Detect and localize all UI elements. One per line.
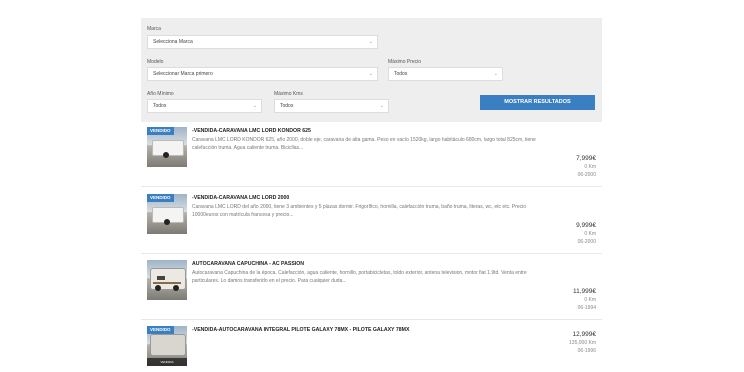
listing-price: 9,999€: [576, 222, 596, 229]
marca-select-value: Selecciona Marca: [153, 39, 193, 45]
listing-title[interactable]: -VENDIDA-AUTOCARAVANA INTEGRAL PILOTE GA…: [192, 327, 409, 333]
listing-thumbnail[interactable]: [147, 260, 187, 300]
listing-km: 0 Km: [584, 297, 596, 303]
listing-title[interactable]: -VENDIDA-CARAVANA LMC LORD KONDOR 625: [192, 128, 311, 134]
status-badge: VENDIDO: [147, 326, 174, 334]
chevron-down-icon: ⌄: [379, 103, 384, 109]
wheel-shape: [155, 285, 161, 291]
status-badge: VENDIDO: [147, 127, 174, 135]
listing-price: 11,999€: [572, 288, 596, 295]
listing-km: 135,000 Km: [569, 340, 596, 346]
listing-description: Caravana LMC LORD del año 2000, tiene 3 …: [192, 204, 527, 218]
chevron-down-icon: ⌄: [493, 71, 498, 77]
chevron-down-icon: ⌄: [252, 103, 257, 109]
marca-select[interactable]: Selecciona Marca ⌄: [147, 35, 378, 49]
listing-date: 06-2000: [577, 239, 596, 245]
listing-title[interactable]: AUTOCARAVANA CAPUCHINA - AC PASSION: [192, 261, 304, 267]
chevron-down-icon: ⌄: [368, 71, 373, 77]
list-item[interactable]: VENDIDO -VENDIDA-CARAVANA LMC LORD 2000 …: [141, 189, 602, 254]
thumbnail-footer: VENDIDA: [147, 358, 187, 366]
window-shape: [157, 276, 165, 280]
maximo-precio-select-value: Todos: [394, 71, 408, 77]
ano-minimo-select-value: Todos: [153, 103, 167, 109]
chevron-down-icon: ⌄: [368, 39, 373, 45]
listing-description: Autocaravana Capuchina de la época. Cale…: [192, 270, 527, 284]
listing-title[interactable]: -VENDIDA-CARAVANA LMC LORD 2000: [192, 195, 289, 201]
list-item[interactable]: VENDIDO -VENDIDA-CARAVANA LMC LORD KONDO…: [141, 122, 602, 187]
list-item[interactable]: VENDIDO VENDIDA -VENDIDA-AUTOCARAVANA IN…: [141, 321, 602, 371]
wheel-shape: [164, 219, 170, 225]
maximo-kms-select-value: Todos: [280, 103, 294, 109]
listing-description: Caravana LMC LORD KONDOR 625, año 2000, …: [192, 137, 536, 151]
listing-date: 06-2000: [577, 172, 596, 178]
ano-minimo-select[interactable]: Todos ⌄: [147, 99, 262, 113]
ano-minimo-label: Año Mínimo: [147, 91, 174, 97]
list-item[interactable]: AUTOCARAVANA CAPUCHINA - AC PASSION Auto…: [141, 255, 602, 320]
listing-km: 0 Km: [584, 231, 596, 237]
stripe-shape: [153, 282, 181, 284]
listing-km: 0 Km: [584, 164, 596, 170]
wheel-shape: [163, 152, 169, 158]
status-badge: VENDIDO: [147, 194, 174, 202]
show-results-button[interactable]: MOSTRAR RESULTADOS: [480, 95, 595, 110]
modelo-select[interactable]: Seleccionar Marca primero ⌄: [147, 67, 378, 81]
modelo-select-value: Seleccionar Marca primero: [153, 71, 213, 77]
listing-price: 12,999€: [572, 331, 597, 338]
listing-price: 7,999€: [576, 155, 596, 162]
search-filter-panel: Marca Selecciona Marca ⌄ Modelo Seleccio…: [141, 18, 602, 122]
modelo-label: Modelo: [147, 59, 164, 65]
maximo-precio-select[interactable]: Todos ⌄: [388, 67, 503, 81]
listing-date: 06-1996: [577, 348, 596, 354]
motorhome-image: [150, 334, 186, 356]
maximo-kms-label: Máximo Kms: [274, 91, 303, 97]
wheel-shape: [173, 285, 179, 291]
maximo-kms-select[interactable]: Todos ⌄: [274, 99, 389, 113]
listing-date: 06-1994: [577, 305, 596, 311]
maximo-precio-label: Máximo Precio: [388, 59, 422, 65]
marca-label: Marca: [147, 26, 161, 32]
